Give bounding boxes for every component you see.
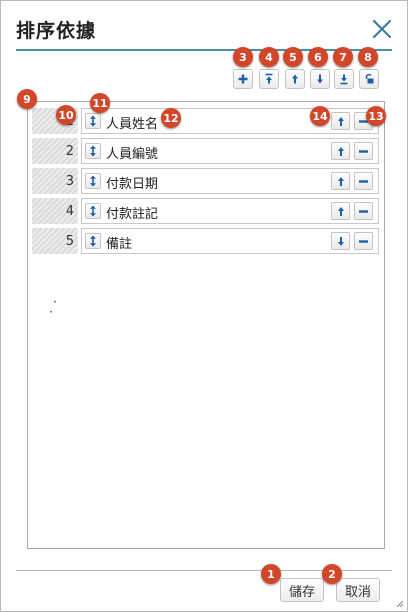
unlock-icon [365,73,374,84]
annotation-badge-1: 1 [261,564,281,584]
row-move-up-button[interactable] [331,142,350,160]
drag-handle[interactable] [85,143,101,159]
row-move-up-button[interactable] [331,202,350,220]
sort-field-box: 付款日期 [81,168,379,194]
move-top-button[interactable] [259,69,279,89]
arrow-up-icon [292,74,298,84]
drag-updown-icon [90,205,96,217]
move-up-button[interactable] [285,69,305,89]
annotation-badge-14: 14 [310,106,330,126]
cancel-button[interactable]: 取消 [336,578,380,602]
row-move-up-button[interactable] [331,112,350,130]
sort-field-box: 備註 [81,228,379,254]
annotation-badge-11: 11 [90,93,110,113]
row-move-down-button[interactable] [331,232,350,250]
plus-icon [238,74,248,84]
resize-grip-icon[interactable] [394,598,404,608]
add-button[interactable] [233,69,253,89]
sort-field-label: 付款註記 [106,207,159,222]
sort-field-box: 人員編號 [81,138,379,164]
row-remove-button[interactable] [354,142,373,160]
stray-dot: · [49,305,53,319]
minus-icon [359,209,368,213]
drag-handle[interactable] [85,113,101,129]
close-button[interactable] [371,18,393,40]
arrow-to-top-icon [265,73,273,84]
annotation-badge-10: 10 [56,105,76,125]
annotation-badge-8: 8 [358,47,378,67]
drag-handle[interactable] [85,233,101,249]
minus-icon [359,179,368,183]
sort-row: 2 人員編號 [32,138,380,164]
arrow-down-icon [317,74,323,84]
annotation-badge-5: 5 [283,47,303,67]
arrow-to-bottom-icon [340,74,348,85]
sort-field-box: 付款註記 [81,198,379,224]
sort-field-label: 備註 [106,237,133,252]
row-move-up-button[interactable] [331,172,350,190]
drag-updown-icon [90,235,96,247]
arrow-down-icon [337,236,344,246]
sort-row: 5 備註 [32,228,380,254]
annotation-badge-3: 3 [233,47,253,67]
close-icon [372,19,392,39]
row-remove-button[interactable] [354,232,373,250]
drag-updown-icon [90,175,96,187]
row-index: 3 [32,168,78,194]
minus-icon [359,149,368,153]
drag-handle[interactable] [85,173,101,189]
sort-field-label: 人員編號 [106,147,159,162]
unlock-button[interactable] [359,69,379,89]
save-button[interactable]: 儲存 [280,578,324,602]
row-remove-button[interactable] [354,172,373,190]
sort-field-box: 人員姓名 [81,108,379,134]
drag-handle[interactable] [85,203,101,219]
sort-field-label: 付款日期 [106,177,159,192]
annotation-badge-12: 12 [161,108,181,128]
drag-updown-icon [90,145,96,157]
move-down-button[interactable] [310,69,330,89]
arrow-up-icon [337,176,344,186]
annotation-badge-13: 13 [366,106,386,126]
row-remove-button[interactable] [354,202,373,220]
minus-icon [359,239,368,243]
move-bottom-button[interactable] [334,69,354,89]
row-index: 4 [32,198,78,224]
arrow-up-icon [337,206,344,216]
annotation-badge-6: 6 [308,47,328,67]
sort-row: 3 付款日期 [32,168,380,194]
sort-row: 4 付款註記 [32,198,380,224]
annotation-badge-7: 7 [333,47,353,67]
annotation-badge-9: 9 [17,89,37,109]
drag-updown-icon [90,115,96,127]
sort-field-list: 1 人員姓名 [27,101,385,549]
sort-field-label: 人員姓名 [106,117,159,132]
annotation-badge-4: 4 [259,47,279,67]
row-index: 5 [32,228,78,254]
arrow-up-icon [337,116,344,126]
annotation-badge-2: 2 [322,564,342,584]
stray-dot: · [53,295,57,309]
sort-dialog: 排序依據 人員姓名 2 人員編號 3 付款日期 4 付款註記 5 備註 · · … [0,0,408,612]
arrow-up-icon [337,146,344,156]
row-index: 2 [32,138,78,164]
dialog-title: 排序依據 [16,20,97,42]
